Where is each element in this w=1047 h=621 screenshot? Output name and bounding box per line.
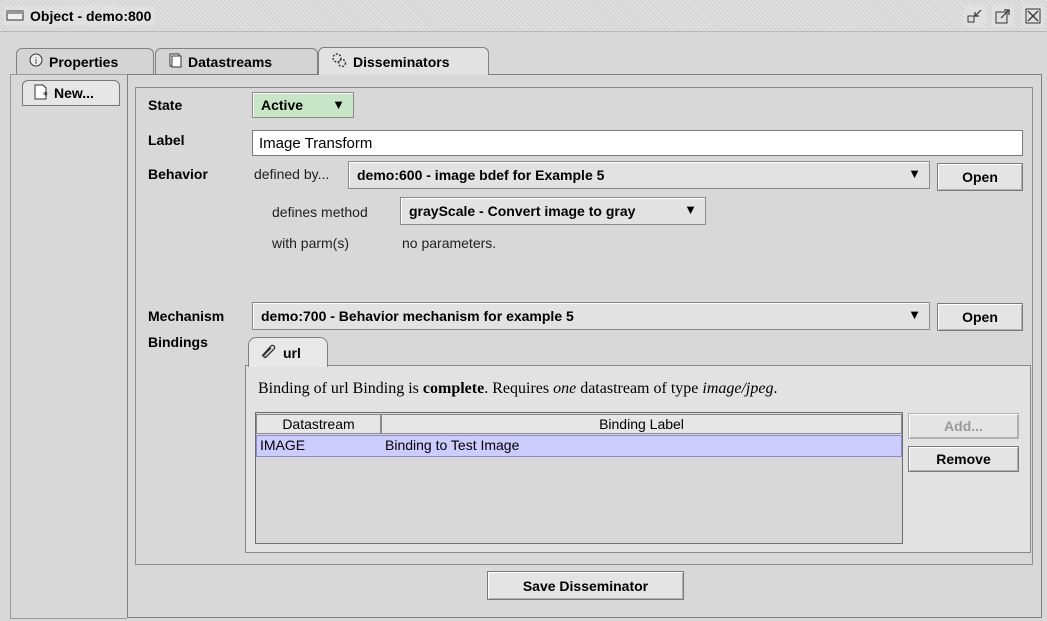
title-wrap: Object - demo:800 [4, 6, 156, 26]
behavior-dropdown[interactable]: demo:600 - image bdef for Example 5 ▼ [348, 161, 930, 189]
tab-properties[interactable]: i Properties [16, 48, 154, 74]
desc-prefix: Binding of url Binding is [258, 380, 423, 397]
bindings-label: Bindings [148, 334, 208, 350]
window-title: Object - demo:800 [30, 8, 152, 24]
defined-by-text: defined by... [254, 166, 330, 182]
with-parms-text: with parm(s) [272, 235, 350, 251]
tab-label: Datastreams [188, 53, 273, 70]
tab-label: Disseminators [353, 53, 450, 70]
remove-button[interactable]: Remove [908, 446, 1019, 472]
add-button[interactable]: Add... [908, 413, 1019, 439]
mechanism-label: Mechanism [148, 308, 225, 324]
tab-label: Properties [49, 53, 119, 70]
mechanism-open-button[interactable]: Open [937, 303, 1023, 331]
behavior-open-button[interactable]: Open [937, 163, 1023, 191]
mechanism-dropdown[interactable]: demo:700 - Behavior mechanism for exampl… [252, 302, 930, 330]
table-row[interactable] [256, 435, 902, 457]
column-header-binding-label[interactable]: Binding Label [381, 414, 902, 434]
maximize-icon[interactable] [992, 5, 1014, 27]
column-header-datastream[interactable]: Datastream [256, 414, 381, 434]
behavior-label: Behavior [148, 166, 208, 182]
desc-count: one [553, 380, 577, 397]
desc-mid: . Requires [484, 380, 554, 397]
title-bar[interactable]: Object - demo:800 [0, 0, 1047, 32]
label-label: Label [148, 132, 185, 148]
state-dropdown[interactable]: Active ▼ [252, 92, 354, 118]
document-icon [168, 53, 182, 71]
minimize-icon[interactable] [964, 5, 986, 27]
disseminator-list-panel [10, 74, 127, 619]
gears-icon [331, 52, 347, 71]
tab-disseminators[interactable]: Disseminators [318, 47, 489, 75]
url-tab-label: url [283, 344, 301, 361]
close-icon[interactable] [1022, 5, 1044, 27]
binding-description: Binding of url Binding is complete. Requ… [258, 380, 777, 398]
method-dropdown[interactable]: grayScale - Convert image to gray ▼ [400, 197, 706, 225]
desc-type: image/jpeg [702, 380, 774, 397]
desc-end: . [773, 380, 778, 397]
chevron-down-icon: ▼ [332, 97, 345, 112]
new-disseminator-button[interactable]: * New... [22, 80, 120, 106]
new-label: New... [54, 85, 94, 101]
label-input[interactable]: Image Transform [252, 130, 1023, 156]
state-value: Active [261, 97, 304, 113]
behavior-value: demo:600 - image bdef for Example 5 [357, 167, 605, 183]
svg-text:i: i [35, 57, 38, 67]
no-parameters-text: no parameters. [402, 235, 497, 251]
mechanism-value: demo:700 - Behavior mechanism for exampl… [261, 308, 574, 324]
method-value: grayScale - Convert image to gray [409, 203, 636, 219]
new-document-icon: * [33, 84, 49, 103]
desc-status: complete [422, 380, 485, 397]
tab-url-binding[interactable]: url [248, 337, 328, 367]
state-label: State [148, 97, 183, 113]
info-icon: i [29, 53, 43, 70]
cell-binding-label: Binding to Test Image [385, 437, 520, 453]
desc-mid2: datastream of type [576, 380, 703, 397]
tab-datastreams[interactable]: Datastreams [155, 48, 318, 74]
save-disseminator-button[interactable]: Save Disseminator [487, 571, 684, 600]
paperclip-icon [259, 343, 277, 362]
cell-datastream: IMAGE [260, 437, 306, 453]
chevron-down-icon: ▼ [684, 202, 697, 217]
defines-method-text: defines method [272, 204, 368, 220]
svg-text:*: * [43, 91, 48, 100]
chevron-down-icon: ▼ [908, 307, 921, 322]
window-icon [6, 8, 24, 25]
chevron-down-icon: ▼ [908, 166, 921, 181]
